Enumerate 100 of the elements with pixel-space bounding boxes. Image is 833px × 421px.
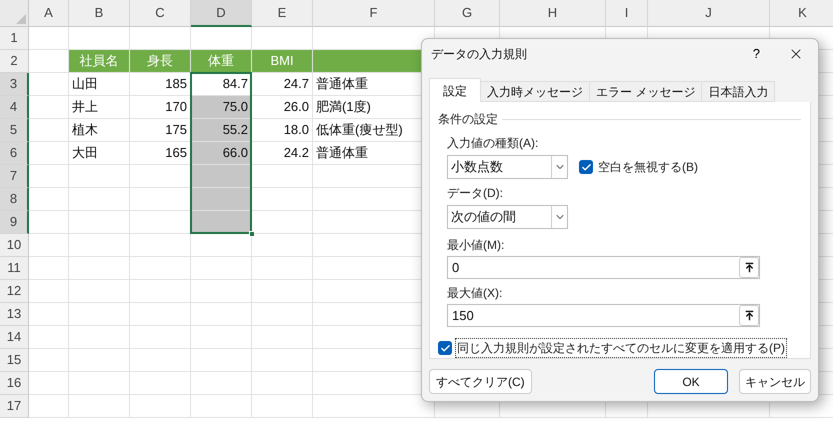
table-cell (29, 119, 69, 142)
table-cell: 山田 (69, 73, 130, 96)
column-header[interactable]: G (435, 0, 500, 27)
table-cell (69, 188, 130, 211)
column-header[interactable]: J (648, 0, 770, 27)
table-cell: 大田 (69, 142, 130, 165)
table-cell (29, 27, 69, 50)
tab[interactable]: エラー メッセージ (590, 81, 702, 102)
row-header[interactable]: 17 (0, 395, 29, 418)
checkbox[interactable] (438, 341, 452, 355)
table-cell (29, 73, 69, 96)
row-header[interactable]: 4 (0, 96, 29, 119)
table-cell: 植木 (69, 119, 130, 142)
table-cell (130, 326, 191, 349)
field-label: データ(D): (447, 185, 504, 202)
row-header[interactable]: 5 (0, 119, 29, 142)
column-header[interactable]: H (500, 0, 606, 27)
table-cell (69, 303, 130, 326)
table-cell: 26.0 (252, 96, 313, 119)
row-header[interactable]: 8 (0, 188, 29, 211)
column-header[interactable]: F (313, 0, 435, 27)
row-header[interactable]: 6 (0, 142, 29, 165)
check-icon (580, 162, 592, 172)
table-cell (191, 372, 252, 395)
field-label: 最小値(M): (447, 237, 506, 254)
checkbox-label: 同じ入力規則が設定されたすべてのセルに変更を適用する(P) (455, 338, 787, 358)
table-cell (29, 211, 69, 234)
row-header[interactable]: 10 (0, 234, 29, 257)
table-cell: 170 (130, 96, 191, 119)
section-heading: 条件の設定 (438, 111, 498, 128)
table-cell: 185 (130, 73, 191, 96)
row-header[interactable]: 1 (0, 27, 29, 50)
arrow-up-icon (744, 310, 754, 321)
tab[interactable]: 入力時メッセージ (481, 81, 590, 102)
header-cell: 体重 (191, 50, 252, 73)
collapse-button[interactable] (739, 257, 759, 278)
column-header[interactable]: I (606, 0, 648, 27)
row-header[interactable]: 9 (0, 211, 29, 234)
collapse-button[interactable] (739, 305, 759, 326)
tab[interactable]: 設定 (429, 78, 481, 102)
table-cell (69, 257, 130, 280)
table-cell (69, 395, 130, 418)
table-cell: 66.0 (191, 142, 252, 165)
table-cell (29, 96, 69, 119)
table-cell (130, 257, 191, 280)
table-cell (191, 326, 252, 349)
row-header[interactable]: 11 (0, 257, 29, 280)
fill-handle[interactable] (249, 231, 255, 237)
table-cell (29, 188, 69, 211)
table-cell (29, 165, 69, 188)
table-cell (69, 280, 130, 303)
header-cell: 身長 (130, 50, 191, 73)
table-cell (29, 234, 69, 257)
row-header[interactable]: 3 (0, 73, 29, 96)
table-cell (191, 257, 252, 280)
column-header[interactable]: K (770, 0, 833, 27)
table-cell (130, 234, 191, 257)
table-cell (69, 372, 130, 395)
table-cell (191, 280, 252, 303)
row-header[interactable]: 12 (0, 280, 29, 303)
table-cell: 75.0 (191, 96, 252, 119)
column-header[interactable]: C (130, 0, 191, 27)
cancel-button[interactable]: キャンセル (739, 369, 811, 394)
column-header[interactable]: E (252, 0, 313, 27)
dropdown[interactable]: 次の値の間 (447, 205, 568, 229)
column-header[interactable]: D (191, 0, 252, 27)
table-cell (29, 142, 69, 165)
table-cell (29, 395, 69, 418)
column-header[interactable]: A (29, 0, 69, 27)
table-cell (29, 257, 69, 280)
dialog-title: データの入力規則 (431, 46, 528, 63)
row-header[interactable]: 16 (0, 372, 29, 395)
input-field[interactable]: 0 (447, 256, 760, 279)
checkbox-label: 空白を無視する(B) (598, 159, 698, 176)
clear-button[interactable]: すべてクリア(C) (429, 369, 532, 394)
table-cell (69, 211, 130, 234)
row-header[interactable]: 7 (0, 165, 29, 188)
row-header[interactable]: 14 (0, 326, 29, 349)
checkbox[interactable] (579, 160, 593, 174)
table-cell (29, 303, 69, 326)
table-cell: 165 (130, 142, 191, 165)
help-button[interactable]: ? (752, 44, 760, 64)
row-header[interactable]: 13 (0, 303, 29, 326)
table-cell (191, 349, 252, 372)
column-header[interactable]: B (69, 0, 130, 27)
row-header[interactable]: 2 (0, 50, 29, 73)
table-cell: 18.0 (252, 119, 313, 142)
dropdown[interactable]: 小数点数 (447, 155, 568, 179)
tab[interactable]: 日本語入力 (702, 81, 776, 102)
input-field[interactable]: 150 (447, 304, 760, 327)
table-cell (69, 326, 130, 349)
check-icon (440, 342, 450, 354)
row-header[interactable]: 15 (0, 349, 29, 372)
table-cell (191, 303, 252, 326)
table-cell (130, 395, 191, 418)
table-cell (29, 349, 69, 372)
ok-button[interactable]: OK (654, 369, 728, 394)
field-label: 最大値(X): (447, 285, 504, 302)
table-cell (252, 395, 313, 418)
table-cell (29, 326, 69, 349)
